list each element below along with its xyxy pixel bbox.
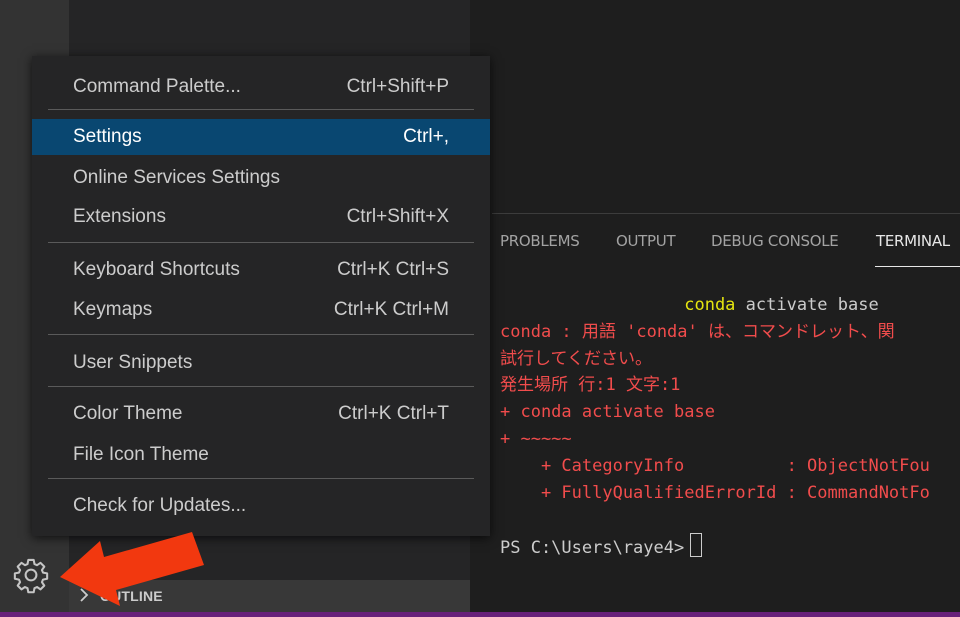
terminal-args: activate base bbox=[735, 295, 879, 315]
menu-separator bbox=[48, 386, 474, 387]
terminal-line: + CategoryInfo : ObjectNotFou bbox=[500, 453, 960, 480]
menu-separator bbox=[48, 109, 474, 110]
menu-item-file-icon-theme[interactable]: File Icon Theme bbox=[32, 437, 490, 473]
menu-item-extensions[interactable]: Extensions Ctrl+Shift+X bbox=[32, 199, 490, 235]
terminal-error-text: 発生場所 行:1 文字:1 bbox=[500, 375, 681, 396]
tab-terminal[interactable]: TERMINAL bbox=[876, 232, 950, 250]
menu-separator bbox=[48, 242, 474, 243]
terminal-error-text: + CategoryInfo : ObjectNotFou bbox=[500, 455, 930, 476]
menu-separator bbox=[48, 334, 474, 335]
terminal-line: + conda activate base bbox=[500, 399, 960, 426]
terminal-command: conda bbox=[684, 295, 736, 315]
active-tab-indicator bbox=[875, 266, 960, 267]
manage-menu: Command Palette... Ctrl+Shift+P Settings… bbox=[32, 56, 490, 536]
panel-tabs: PROBLEMS OUTPUT DEBUG CONSOLE TERMINAL bbox=[492, 232, 960, 267]
terminal-line: + ~~~~~ bbox=[500, 426, 960, 453]
terminal-indent bbox=[500, 295, 684, 315]
terminal-output[interactable]: conda activate base conda : 用語 'conda' は、… bbox=[500, 292, 960, 560]
status-bar bbox=[0, 612, 960, 617]
terminal-line: 発生場所 行:1 文字:1 bbox=[500, 372, 960, 399]
menu-item-check-for-updates[interactable]: Check for Updates... bbox=[32, 488, 490, 524]
terminal-error-text: + conda activate base bbox=[500, 402, 715, 423]
menu-item-settings[interactable]: Settings Ctrl+, bbox=[32, 119, 490, 155]
bottom-panel: PROBLEMS OUTPUT DEBUG CONSOLE TERMINAL c… bbox=[492, 213, 960, 614]
menu-item-keyboard-shortcuts[interactable]: Keyboard Shortcuts Ctrl+K Ctrl+S bbox=[32, 252, 490, 288]
menu-separator bbox=[48, 478, 474, 479]
tab-debug-console[interactable]: DEBUG CONSOLE bbox=[711, 232, 839, 250]
terminal-error-text: conda : 用語 'conda' は、コマンドレット、関 bbox=[500, 321, 895, 342]
terminal-line: + FullyQualifiedErrorId : CommandNotFo bbox=[500, 480, 960, 507]
gear-icon[interactable] bbox=[12, 556, 50, 594]
terminal-line: 試行してください。 bbox=[500, 346, 960, 373]
terminal-line: conda : 用語 'conda' は、コマンドレット、関 bbox=[500, 319, 960, 346]
terminal-cursor bbox=[690, 533, 703, 558]
terminal-error-text: + ~~~~~ bbox=[500, 428, 572, 449]
editor-area bbox=[470, 0, 960, 213]
menu-item-command-palette[interactable]: Command Palette... Ctrl+Shift+P bbox=[32, 69, 490, 105]
terminal-line: conda activate base bbox=[500, 292, 960, 319]
terminal-prompt: PS C:\Users\raye4> bbox=[500, 538, 685, 559]
menu-item-keymaps[interactable]: Keymaps Ctrl+K Ctrl+M bbox=[32, 292, 490, 328]
menu-item-online-services-settings[interactable]: Online Services Settings bbox=[32, 160, 490, 196]
tab-problems[interactable]: PROBLEMS bbox=[500, 232, 580, 250]
terminal-error-text: 試行してください。 bbox=[500, 348, 652, 369]
terminal-line: PS C:\Users\raye4> bbox=[500, 533, 960, 560]
menu-item-color-theme[interactable]: Color Theme Ctrl+K Ctrl+T bbox=[32, 396, 490, 432]
arrow-icon bbox=[60, 532, 204, 606]
menu-item-user-snippets[interactable]: User Snippets bbox=[32, 345, 490, 381]
tab-output[interactable]: OUTPUT bbox=[616, 232, 676, 250]
terminal-error-text: + FullyQualifiedErrorId : CommandNotFo bbox=[500, 482, 930, 503]
